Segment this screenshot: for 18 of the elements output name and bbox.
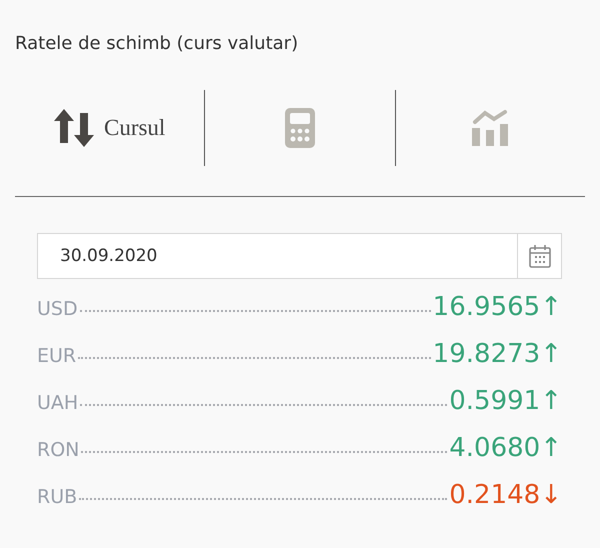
exchange-rate: 16.9565↑ — [432, 292, 562, 322]
rates-tab[interactable]: Cursul — [15, 90, 204, 166]
currency-code: UAH — [37, 392, 78, 414]
currency-code: RUB — [37, 486, 78, 508]
exchange-rate: 19.8273↑ — [432, 339, 562, 369]
exchange-rate: 0.2148↓ — [449, 480, 562, 510]
calendar-button[interactable] — [517, 233, 562, 279]
currency-code: RON — [37, 439, 80, 461]
exchange-rate: 0.5991↑ — [449, 386, 562, 416]
up-down-arrows-icon — [54, 109, 94, 147]
chart-icon — [471, 109, 510, 147]
calendar-icon — [528, 244, 550, 268]
date-field[interactable]: 30.09.2020 — [37, 233, 517, 279]
currency-code: EUR — [37, 345, 76, 367]
calculator-icon — [284, 108, 315, 148]
page-title: Ratele de schimb (curs valutar) — [14, 32, 300, 56]
currency-code: USD — [37, 298, 78, 320]
exchange-rate: 4.0680↑ — [449, 433, 562, 463]
